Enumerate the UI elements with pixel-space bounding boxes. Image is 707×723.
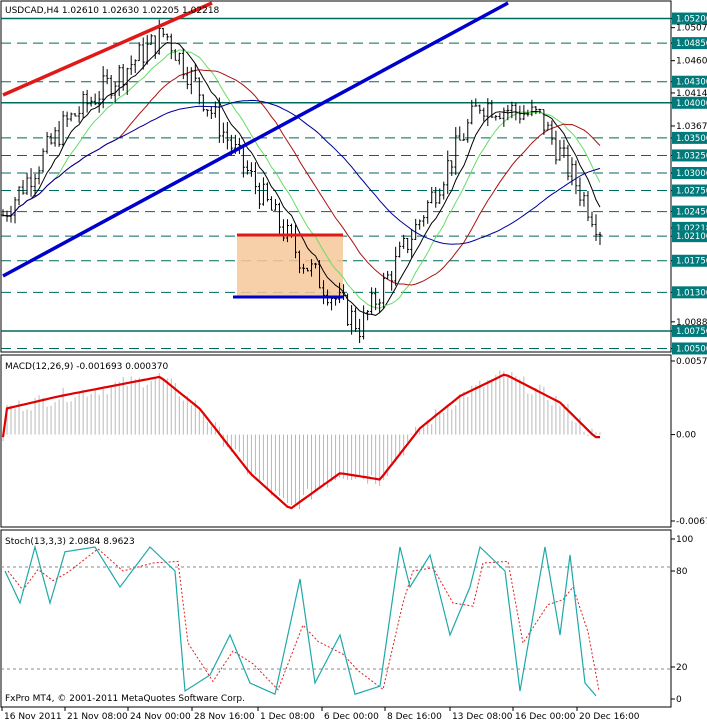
price-label: 1.00750: [676, 327, 707, 337]
time-label: 13 Dec 08:00: [452, 712, 513, 722]
macd-axis-label: 0.00: [676, 431, 696, 441]
consolidation-box: [237, 235, 343, 297]
stoch-header: Stoch(13,3,3) 2.0884 8.9623: [5, 537, 135, 547]
price-label: 1.04300: [676, 78, 707, 88]
time-label: 1 Dec 08:00: [260, 712, 315, 722]
time-label: 24 Nov 00:00: [130, 712, 191, 722]
time-label: 21 Nov 08:00: [67, 712, 128, 722]
price-label: 1.02750: [676, 187, 707, 197]
time-label: 20 Dec 16:00: [579, 712, 640, 722]
chart-window: USDCAD,H4 1.02610 1.02630 1.02205 1.0221…: [0, 0, 707, 723]
price-label: 1.05070: [676, 24, 707, 34]
price-label: 1.02100: [676, 232, 707, 242]
macd-header: MACD(12,26,9) -0.001693 0.000370: [5, 362, 168, 372]
macd-axis-label: 0.00573: [676, 357, 707, 367]
price-label: 1.01750: [676, 257, 707, 267]
price-label: 1.03500: [676, 134, 707, 144]
stoch-axis-label: 0: [676, 695, 682, 705]
time-label: 8 Dec 16:00: [387, 712, 442, 722]
price-label: 1.02450: [676, 208, 707, 218]
price-label: 1.01300: [676, 288, 707, 298]
stoch-axis: 100 80 20 0: [671, 535, 693, 705]
chart-canvas: USDCAD,H4 1.02610 1.02630 1.02205 1.0221…: [0, 0, 707, 722]
stoch-axis-label: 80: [676, 567, 688, 577]
price-label: 1.04000: [676, 99, 707, 109]
price-label: 1.03250: [676, 151, 707, 161]
time-label: 16 Nov 2011: [4, 712, 62, 722]
macd-axis: 0.00573 0.00 -0.00673: [671, 357, 707, 527]
stoch-axis-label: 20: [676, 663, 688, 673]
price-label: 1.04600: [676, 57, 707, 67]
macd-axis-label: -0.00673: [676, 517, 707, 527]
chart-symbol-info: USDCAD,H4 1.02610 1.02630 1.02205 1.0221…: [5, 6, 220, 16]
price-label: 1.04850: [676, 39, 707, 49]
price-label: 1.03670: [676, 122, 707, 132]
time-axis: 16 Nov 2011 21 Nov 08:00 24 Nov 00:00 28 No…: [1, 707, 640, 722]
time-label: 16 Dec 00:00: [515, 712, 576, 722]
copyright-footer: FxPro MT4, © 2001-2011 MetaQuotes Softwa…: [5, 694, 245, 704]
time-label: 28 Nov 16:00: [194, 712, 255, 722]
price-label: 1.03000: [676, 169, 707, 179]
time-label: 6 Dec 00:00: [324, 712, 379, 722]
price-axis: 1.052001.050701.048501.046001.043001.041…: [671, 12, 707, 355]
stoch-axis-label: 100: [676, 535, 693, 545]
price-label: 1.00500: [676, 344, 707, 354]
